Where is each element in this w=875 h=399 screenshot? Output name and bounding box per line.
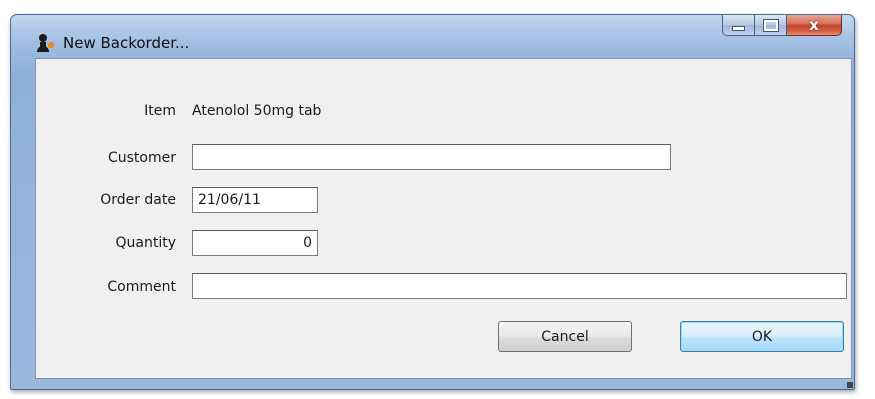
caption-buttons: x: [722, 15, 842, 37]
window-title: New Backorder...: [63, 34, 190, 52]
app-person-icon: [35, 32, 57, 54]
order-date-label: Order date: [100, 192, 176, 208]
ok-button[interactable]: OK: [680, 321, 844, 352]
maximize-button[interactable]: [755, 15, 787, 36]
dialog-client-area: Item Atenolol 50mg tab Customer Order da…: [35, 58, 852, 379]
minimize-button[interactable]: [722, 15, 755, 36]
quantity-input[interactable]: [192, 230, 318, 256]
customer-label: Customer: [107, 150, 176, 166]
comment-input[interactable]: [192, 273, 847, 299]
item-value: Atenolol 50mg tab: [192, 103, 322, 119]
comment-label: Comment: [107, 279, 176, 295]
order-date-input[interactable]: [192, 187, 318, 213]
close-icon: x: [809, 15, 819, 34]
close-button[interactable]: x: [787, 15, 842, 36]
maximize-icon: [762, 19, 779, 32]
resize-grip[interactable]: [847, 382, 853, 388]
minimize-icon: [732, 26, 745, 31]
dialog-window: New Backorder... x Item Atenolol 50mg ta…: [10, 14, 855, 390]
quantity-label: Quantity: [115, 235, 177, 251]
customer-input[interactable]: [192, 144, 671, 170]
title-bar[interactable]: New Backorder... x: [11, 15, 854, 57]
item-label: Item: [144, 103, 176, 119]
cancel-button[interactable]: Cancel: [498, 321, 632, 352]
